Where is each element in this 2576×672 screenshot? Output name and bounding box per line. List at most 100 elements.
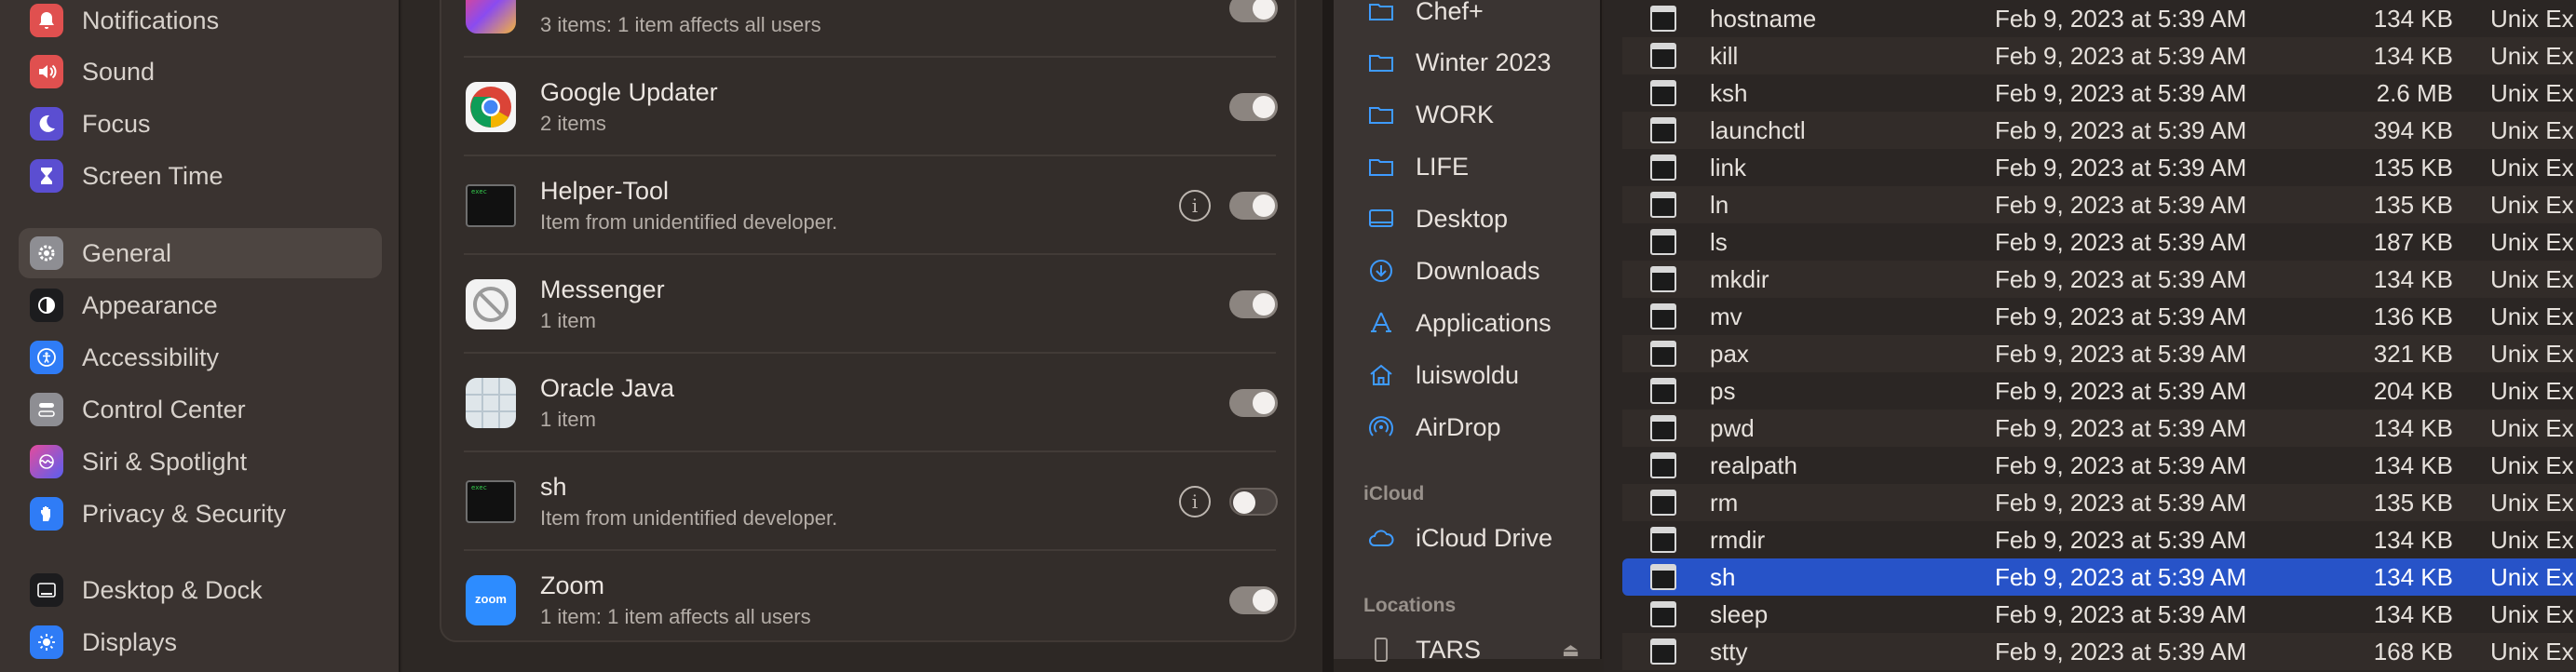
table-row[interactable]: mkdir Feb 9, 2023 at 5:39 AM 134 KB Unix Ex [1622, 261, 2576, 298]
login-item-title: Helper-Tool [540, 177, 670, 205]
table-row[interactable]: ksh Feb 9, 2023 at 5:39 AM 2.6 MB Unix Ex [1622, 74, 2576, 112]
table-row[interactable]: kill Feb 9, 2023 at 5:39 AM 134 KB Unix Ex [1622, 37, 2576, 74]
sidebar-item-label: Sound [82, 57, 156, 86]
login-items-list: 3 items: 1 item affects all users Google… [440, 0, 1296, 642]
hand-icon [30, 497, 63, 531]
finder-file-list: hostname Feb 9, 2023 at 5:39 AM 134 KB Unix… [1604, 0, 2576, 672]
login-item-row: Google Updater 2 items [441, 58, 1295, 156]
finder-sidebar-item-winter-2023[interactable]: Winter 2023 [1367, 42, 1591, 83]
sidebar-item-sound[interactable]: Sound [19, 47, 382, 97]
sidebar-item-label: Screen Time [82, 161, 224, 190]
table-row[interactable]: hostname Feb 9, 2023 at 5:39 AM 134 KB Unix… [1622, 0, 2576, 37]
login-item-toggle[interactable] [1229, 0, 1278, 22]
login-item-subtitle: 1 item [540, 408, 596, 431]
sidebar-item-label: Siri & Spotlight [82, 447, 248, 476]
exec-file-icon [1650, 43, 1676, 69]
finder-sidebar: Chef+ Winter 2023 WORK LIFE Desktop Down… [1334, 0, 1602, 664]
sidebar-item-control-center[interactable]: Control Center [19, 384, 382, 435]
finder-sidebar-item-life[interactable]: LIFE [1367, 146, 1591, 187]
login-item-toggle[interactable] [1229, 488, 1278, 516]
cloud-icon [1369, 530, 1394, 546]
table-row[interactable]: ps Feb 9, 2023 at 5:39 AM 204 KB Unix Ex [1622, 372, 2576, 410]
login-item-row: exec Helper-Tool Item from unidentified … [441, 156, 1295, 255]
login-item-subtitle: 1 item [540, 309, 596, 332]
sidebar-item-label: General [82, 238, 172, 267]
table-row[interactable]: ls Feb 9, 2023 at 5:39 AM 187 KB Unix Ex [1622, 223, 2576, 261]
icloud-section-header: iCloud [1363, 483, 1425, 504]
exec-file-icon [1650, 6, 1676, 32]
finder-sidebar-item-desktop[interactable]: Desktop [1367, 198, 1591, 239]
exec-icon: exec [466, 184, 516, 227]
table-row[interactable]: pwd Feb 9, 2023 at 5:39 AM 134 KB Unix Ex [1622, 410, 2576, 447]
eject-icon[interactable]: ⏏ [1562, 638, 1579, 662]
locations-section-header: Locations [1363, 595, 1457, 616]
table-row[interactable]: sleep Feb 9, 2023 at 5:39 AM 134 KB Unix Ex [1622, 596, 2576, 633]
sidebar-item-notifications[interactable]: Notifications [19, 0, 382, 46]
info-button[interactable]: i [1179, 190, 1211, 222]
folder-icon [1369, 159, 1393, 176]
sidebar-item-general[interactable]: General [19, 228, 382, 278]
login-item-row: exec sh Item from unidentified developer… [441, 452, 1295, 551]
login-item-toggle[interactable] [1229, 192, 1278, 220]
login-item-toggle[interactable] [1229, 389, 1278, 417]
sidebar-item-label: Desktop & Dock [82, 575, 263, 604]
gear-icon [30, 236, 63, 270]
sidebar-item-appearance[interactable]: Appearance [19, 280, 382, 330]
login-item-row: Messenger 1 item [441, 255, 1295, 354]
sidebar-item-label: Accessibility [82, 343, 220, 371]
sidebar-item-desktop-dock[interactable]: Desktop & Dock [19, 565, 382, 615]
login-items-pane: 3 items: 1 item affects all users Google… [402, 0, 1322, 672]
login-item-toggle[interactable] [1229, 290, 1278, 318]
finder-sidebar-item-chef[interactable]: Chef+ [1367, 0, 1591, 32]
speaker-icon [30, 55, 63, 88]
finder-sidebar-item-luiswoldu[interactable]: luiswoldu [1367, 355, 1591, 396]
login-item-row: Oracle Java 1 item [441, 354, 1295, 452]
exec-file-icon [1650, 341, 1676, 367]
control-center-icon [30, 393, 63, 426]
desktop-icon [1369, 209, 1393, 227]
finder-sidebar-item-tars[interactable]: TARS [1367, 629, 1591, 670]
table-row[interactable]: pax Feb 9, 2023 at 5:39 AM 321 KB Unix Ex [1622, 335, 2576, 372]
accessibility-icon [30, 341, 63, 374]
table-row[interactable]: rm Feb 9, 2023 at 5:39 AM 135 KB Unix Ex [1622, 484, 2576, 521]
dock-icon [30, 573, 63, 607]
sidebar-item-label: Privacy & Security [82, 499, 287, 528]
sidebar-item-label: Displays [82, 627, 178, 656]
window-gap [1322, 0, 1334, 672]
sidebar-item-privacy-security[interactable]: Privacy & Security [19, 489, 382, 539]
table-row[interactable]: launchctl Feb 9, 2023 at 5:39 AM 394 KB Uni… [1622, 112, 2576, 149]
finder-sidebar-item-work[interactable]: WORK [1367, 94, 1591, 135]
exec-file-icon [1650, 192, 1676, 218]
airdrop-icon [1369, 416, 1393, 437]
sidebar-item-accessibility[interactable]: Accessibility [19, 332, 382, 383]
login-item-title: Messenger [540, 276, 665, 303]
table-row[interactable]: stty Feb 9, 2023 at 5:39 AM 168 KB Unix Ex [1622, 633, 2576, 670]
finder-sidebar-item-downloads[interactable]: Downloads [1367, 250, 1591, 291]
finder-sidebar-item-icloud-drive[interactable]: iCloud Drive [1367, 517, 1591, 558]
exec-file-icon [1650, 452, 1676, 478]
table-row[interactable]: ln Feb 9, 2023 at 5:39 AM 135 KB Unix Ex [1622, 186, 2576, 223]
login-item-row: 3 items: 1 item affects all users [441, 0, 1295, 58]
finder-sidebar-item-applications[interactable]: Applications [1367, 302, 1591, 343]
finder-sidebar-item-airdrop[interactable]: AirDrop [1367, 407, 1591, 448]
exec-file-icon [1650, 415, 1676, 441]
chrome-icon [466, 82, 516, 132]
table-row[interactable]: mv Feb 9, 2023 at 5:39 AM 136 KB Unix Ex [1622, 298, 2576, 335]
siri-icon [30, 445, 63, 478]
folder-icon [1369, 4, 1393, 20]
sidebar-item-screen-time[interactable]: Screen Time [19, 151, 382, 201]
table-row[interactable]: rmdir Feb 9, 2023 at 5:39 AM 134 KB Unix Ex [1622, 521, 2576, 558]
table-row[interactable]: realpath Feb 9, 2023 at 5:39 AM 134 KB Unix… [1622, 447, 2576, 484]
prohibited-icon [466, 279, 516, 329]
table-row-selected[interactable]: sh Feb 9, 2023 at 5:39 AM 134 KB Unix Ex [1622, 558, 2576, 596]
table-row[interactable]: link Feb 9, 2023 at 5:39 AM 135 KB Unix Ex [1622, 149, 2576, 186]
info-button[interactable]: i [1179, 486, 1211, 517]
exec-icon: exec [466, 480, 516, 523]
login-item-toggle[interactable] [1229, 586, 1278, 614]
login-item-toggle[interactable] [1229, 93, 1278, 121]
sidebar-item-siri-spotlight[interactable]: Siri & Spotlight [19, 437, 382, 487]
sidebar-item-focus[interactable]: Focus [19, 99, 382, 149]
sidebar-item-displays[interactable]: Displays [19, 617, 382, 667]
exec-file-icon [1650, 601, 1676, 627]
sidebar-item-label: Appearance [82, 290, 218, 319]
